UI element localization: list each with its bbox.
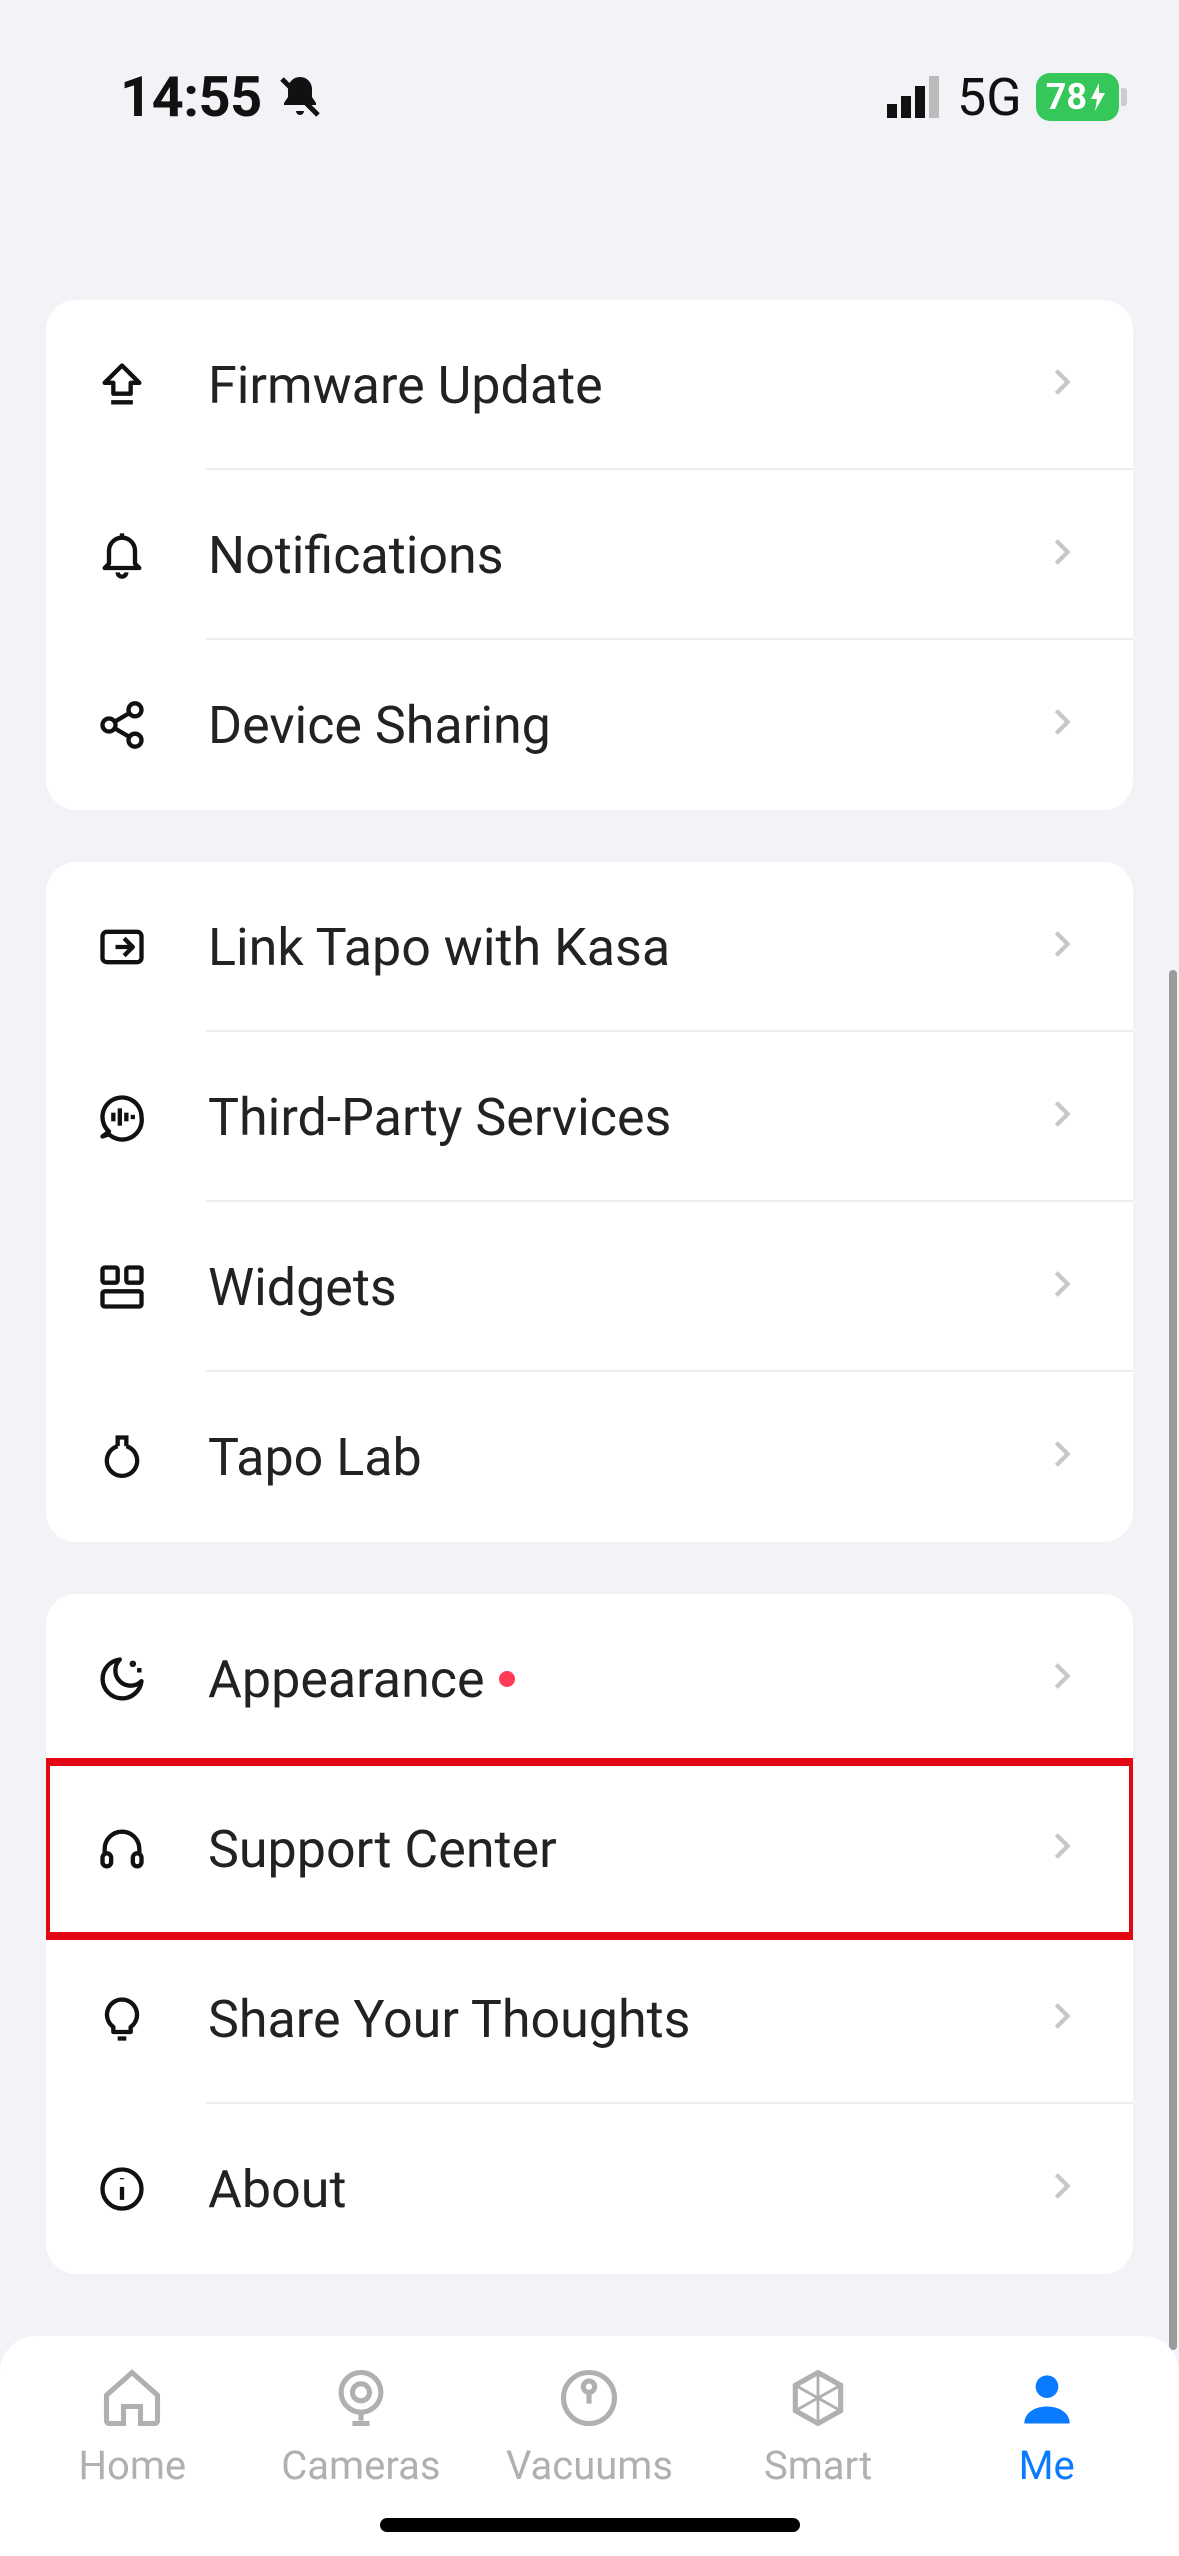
tab-me[interactable]: Me bbox=[957, 2364, 1137, 2489]
setting-device-sharing[interactable]: Device Sharing bbox=[46, 640, 1133, 810]
voice-bubble-icon bbox=[94, 1089, 150, 1145]
row-label: About bbox=[208, 2159, 1045, 2220]
chevron-right-icon bbox=[1045, 2169, 1085, 2209]
status-left: 14:55 bbox=[120, 64, 324, 130]
setting-tapo-lab[interactable]: Tapo Lab bbox=[46, 1372, 1133, 1542]
row-label: Share Your Thoughts bbox=[208, 1989, 1045, 2050]
chevron-right-icon bbox=[1045, 1659, 1085, 1699]
scroll-indicator[interactable] bbox=[1169, 970, 1177, 2350]
chevron-right-icon bbox=[1045, 535, 1085, 575]
setting-link-kasa[interactable]: Link Tapo with Kasa bbox=[46, 862, 1133, 1032]
setting-third-party[interactable]: Third-Party Services bbox=[46, 1032, 1133, 1202]
tab-smart[interactable]: Smart bbox=[728, 2364, 908, 2489]
settings-list[interactable]: Firmware Update Notifications Device Sha… bbox=[0, 140, 1179, 2274]
headset-icon bbox=[94, 1821, 150, 1877]
vacuum-tab-icon bbox=[555, 2364, 623, 2432]
settings-group: Firmware Update Notifications Device Sha… bbox=[46, 300, 1133, 810]
chevron-right-icon bbox=[1045, 1097, 1085, 1137]
row-label: Device Sharing bbox=[208, 695, 1045, 756]
row-label: Appearance bbox=[208, 1649, 1045, 1710]
notifications-muted-icon bbox=[276, 73, 324, 121]
moon-icon bbox=[94, 1651, 150, 1707]
chevron-right-icon bbox=[1045, 1829, 1085, 1869]
share-icon bbox=[94, 697, 150, 753]
setting-appearance[interactable]: Appearance bbox=[46, 1594, 1133, 1764]
link-box-icon bbox=[94, 919, 150, 975]
upload-icon bbox=[94, 357, 150, 413]
smart-tab-icon bbox=[784, 2364, 852, 2432]
row-label: Widgets bbox=[208, 1257, 1045, 1318]
row-label: Tapo Lab bbox=[208, 1427, 1045, 1488]
home-tab-icon bbox=[98, 2364, 166, 2432]
status-time: 14:55 bbox=[120, 64, 262, 130]
battery-indicator: 78 bbox=[1036, 73, 1119, 121]
chevron-right-icon bbox=[1045, 365, 1085, 405]
row-label: Link Tapo with Kasa bbox=[208, 917, 1045, 978]
bell-icon bbox=[94, 527, 150, 583]
me-tab-icon bbox=[1013, 2364, 1081, 2432]
setting-firmware-update[interactable]: Firmware Update bbox=[46, 300, 1133, 470]
network-type: 5G bbox=[957, 67, 1022, 128]
tab-label: Cameras bbox=[281, 2442, 440, 2489]
settings-group: Appearance Support Center Share Your Tho… bbox=[46, 1594, 1133, 2274]
tab-label: Vacuums bbox=[506, 2442, 673, 2489]
settings-group: Link Tapo with Kasa Third-Party Services… bbox=[46, 862, 1133, 1542]
setting-notifications[interactable]: Notifications bbox=[46, 470, 1133, 640]
setting-support-center[interactable]: Support Center bbox=[46, 1764, 1133, 1934]
bulb-icon bbox=[94, 1991, 150, 2047]
chevron-right-icon bbox=[1045, 1267, 1085, 1307]
home-indicator[interactable] bbox=[380, 2518, 800, 2532]
tab-home[interactable]: Home bbox=[42, 2364, 222, 2489]
row-label: Third-Party Services bbox=[208, 1087, 1045, 1148]
chevron-right-icon bbox=[1045, 1437, 1085, 1477]
row-label: Support Center bbox=[208, 1819, 1045, 1880]
chevron-right-icon bbox=[1045, 927, 1085, 967]
flask-icon bbox=[94, 1429, 150, 1485]
row-label-text: Appearance bbox=[208, 1649, 485, 1710]
row-label: Notifications bbox=[208, 525, 1045, 586]
battery-percent: 78 bbox=[1046, 76, 1087, 118]
signal-icon bbox=[887, 76, 943, 118]
setting-widgets[interactable]: Widgets bbox=[46, 1202, 1133, 1372]
widgets-icon bbox=[94, 1259, 150, 1315]
row-label: Firmware Update bbox=[208, 355, 1045, 416]
setting-about[interactable]: About bbox=[46, 2104, 1133, 2274]
chevron-right-icon bbox=[1045, 1999, 1085, 2039]
chevron-right-icon bbox=[1045, 705, 1085, 745]
tab-label: Home bbox=[78, 2442, 186, 2489]
status-bar: 14:55 5G 78 bbox=[0, 0, 1179, 140]
tab-label: Me bbox=[1019, 2442, 1075, 2489]
new-badge-dot bbox=[499, 1671, 515, 1687]
tab-vacuums[interactable]: Vacuums bbox=[499, 2364, 679, 2489]
camera-tab-icon bbox=[327, 2364, 395, 2432]
tab-label: Smart bbox=[764, 2442, 872, 2489]
status-right: 5G 78 bbox=[887, 67, 1119, 128]
info-icon bbox=[94, 2161, 150, 2217]
setting-share-thoughts[interactable]: Share Your Thoughts bbox=[46, 1934, 1133, 2104]
tab-cameras[interactable]: Cameras bbox=[271, 2364, 451, 2489]
